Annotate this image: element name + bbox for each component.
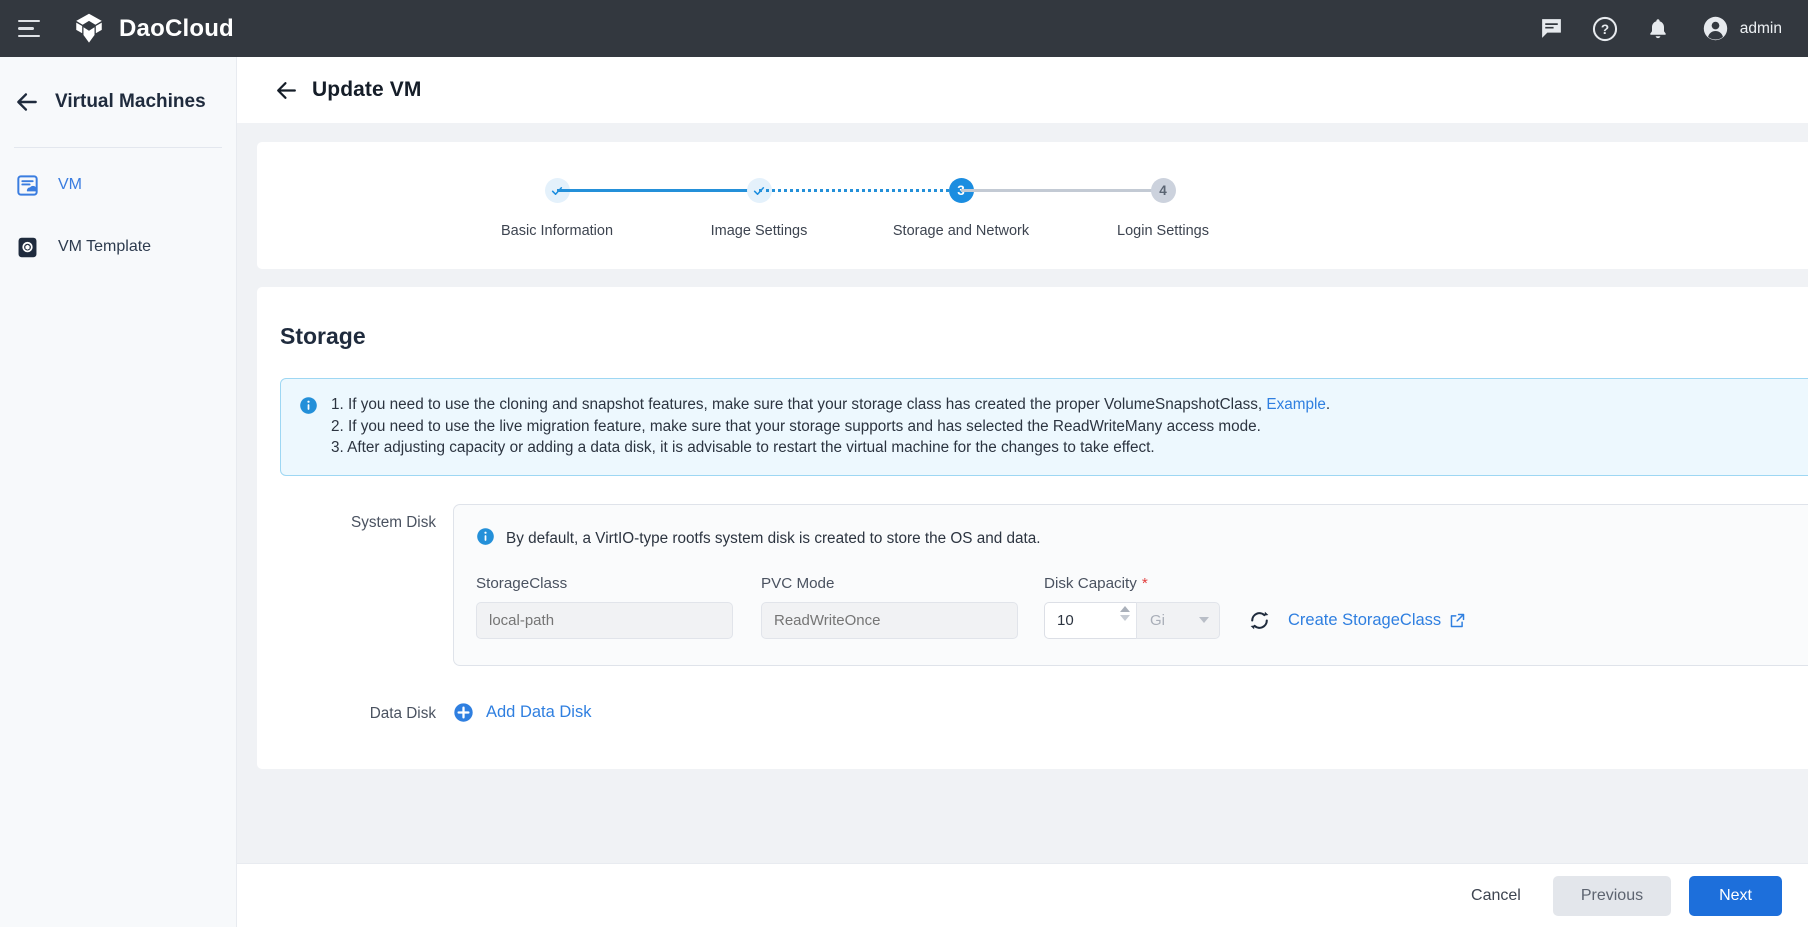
sidebar-item-vm[interactable]: VM [0,160,236,210]
system-disk-fields: StorageClass PVC Mode Disk Capacity* [476,575,1808,639]
disk-capacity-label: Disk Capacity* [1044,575,1220,592]
create-storageclass-label: Create StorageClass [1288,611,1441,630]
step-label: Login Settings [1117,223,1209,239]
section-title: Storage [280,323,1808,350]
avatar [1702,15,1729,42]
step-label: Basic Information [501,223,613,239]
cancel-button[interactable]: Cancel [1457,878,1535,914]
add-data-disk-button[interactable]: Add Data Disk [453,694,591,723]
create-storageclass-link[interactable]: Create StorageClass [1288,602,1466,639]
storageclass-input[interactable] [476,602,733,639]
step-label: Storage and Network [893,223,1029,239]
svg-text:?: ? [1601,21,1609,36]
top-bar-actions: ? admin [1539,15,1782,42]
sidebar-item-vm-template[interactable]: VM Template [0,222,236,272]
alert-line-3: 3. After adjusting capacity or adding a … [331,437,1330,459]
storageclass-field: StorageClass [476,575,733,639]
sidebar-item-label: VM Template [58,238,151,256]
required-asterisk: * [1142,575,1148,592]
next-button[interactable]: Next [1689,876,1782,916]
pvc-mode-label: PVC Mode [761,575,1018,592]
alert-lines: 1. If you need to use the cloning and sn… [331,394,1330,459]
alert-line-1: 1. If you need to use the cloning and sn… [331,394,1330,416]
step-node: 4 [1151,178,1176,203]
stepper: Basic Information Image Settings [257,178,1808,239]
step-connector-3 [961,178,1163,203]
data-disk-row: Data Disk Add Data Disk [257,694,1808,723]
help-icon[interactable]: ? [1592,16,1618,42]
step-connector-1 [557,178,759,203]
step-label: Image Settings [711,223,808,239]
footer-action-bar: Cancel Previous Next [237,863,1808,927]
info-icon [476,527,495,551]
system-disk-note: By default, a VirtIO-type rootfs system … [476,527,1808,551]
disk-capacity-field: Disk Capacity* 10 [1018,575,1220,639]
chevron-down-icon [1199,617,1209,623]
stepper-card: Basic Information Image Settings [257,142,1808,269]
storageclass-label: StorageClass [476,575,733,592]
plus-circle-icon [453,702,474,723]
brand-logo-link[interactable]: DaoCloud [72,12,234,46]
disk-capacity-stepper[interactable] [1120,606,1130,621]
step-connector-2 [759,178,961,203]
disk-capacity-value: 10 [1057,612,1074,629]
sidebar-back-header[interactable]: Virtual Machines [0,79,236,125]
vm-icon [14,172,40,198]
pvc-mode-input[interactable] [761,602,1018,639]
sidebar: Virtual Machines VM VM Template [0,57,237,927]
sidebar-item-label: VM [58,176,82,194]
pvc-mode-field: PVC Mode [733,575,1018,639]
alert-line-2: 2. If you need to use the live migration… [331,416,1330,438]
user-menu[interactable]: admin [1702,15,1782,42]
back-arrow-icon [14,89,40,115]
page-header: Update VM [237,57,1808,123]
data-disk-label: Data Disk [257,694,453,723]
storage-info-alert: 1. If you need to use the cloning and sn… [280,378,1808,476]
system-disk-row: System Disk By default, a VirtIO-type ro [257,504,1808,666]
page-back-arrow-icon[interactable] [273,77,299,103]
system-disk-label: System Disk [257,504,453,532]
add-data-disk-label: Add Data Disk [486,703,591,722]
brand-name: DaoCloud [119,15,234,43]
sidebar-title: Virtual Machines [55,91,206,113]
main-area: Update VM Basic Information [237,57,1808,927]
refresh-storageclass-button[interactable] [1247,602,1272,639]
sidebar-divider [14,147,222,148]
message-icon[interactable] [1539,16,1565,42]
disk-capacity-input[interactable]: 10 [1044,602,1136,639]
previous-button[interactable]: Previous [1553,876,1671,916]
user-name: admin [1740,20,1782,38]
content-scroll-area: Basic Information Image Settings [237,123,1808,863]
system-disk-note-text: By default, a VirtIO-type rootfs system … [506,530,1041,548]
hamburger-icon[interactable] [18,16,44,42]
external-link-icon [1449,612,1466,629]
disk-capacity-group: 10 Gi [1044,602,1220,639]
info-icon [299,396,318,459]
disk-capacity-unit-select[interactable]: Gi [1136,602,1220,639]
vm-template-icon [14,234,40,260]
refresh-icon [1247,608,1272,633]
top-bar: DaoCloud ? a [0,0,1808,57]
app-shell: Virtual Machines VM VM Template [0,57,1808,927]
stepper-up-icon[interactable] [1120,606,1130,612]
disk-capacity-unit-value: Gi [1150,612,1165,629]
storage-form-card: Storage 1. If you need to use the clonin… [257,287,1808,769]
daocloud-cube-icon [72,12,106,46]
stepper-down-icon[interactable] [1120,615,1130,621]
example-link[interactable]: Example [1266,396,1326,413]
notification-bell-icon[interactable] [1645,16,1671,42]
system-disk-panel: By default, a VirtIO-type rootfs system … [453,504,1808,666]
page-title: Update VM [312,78,421,102]
